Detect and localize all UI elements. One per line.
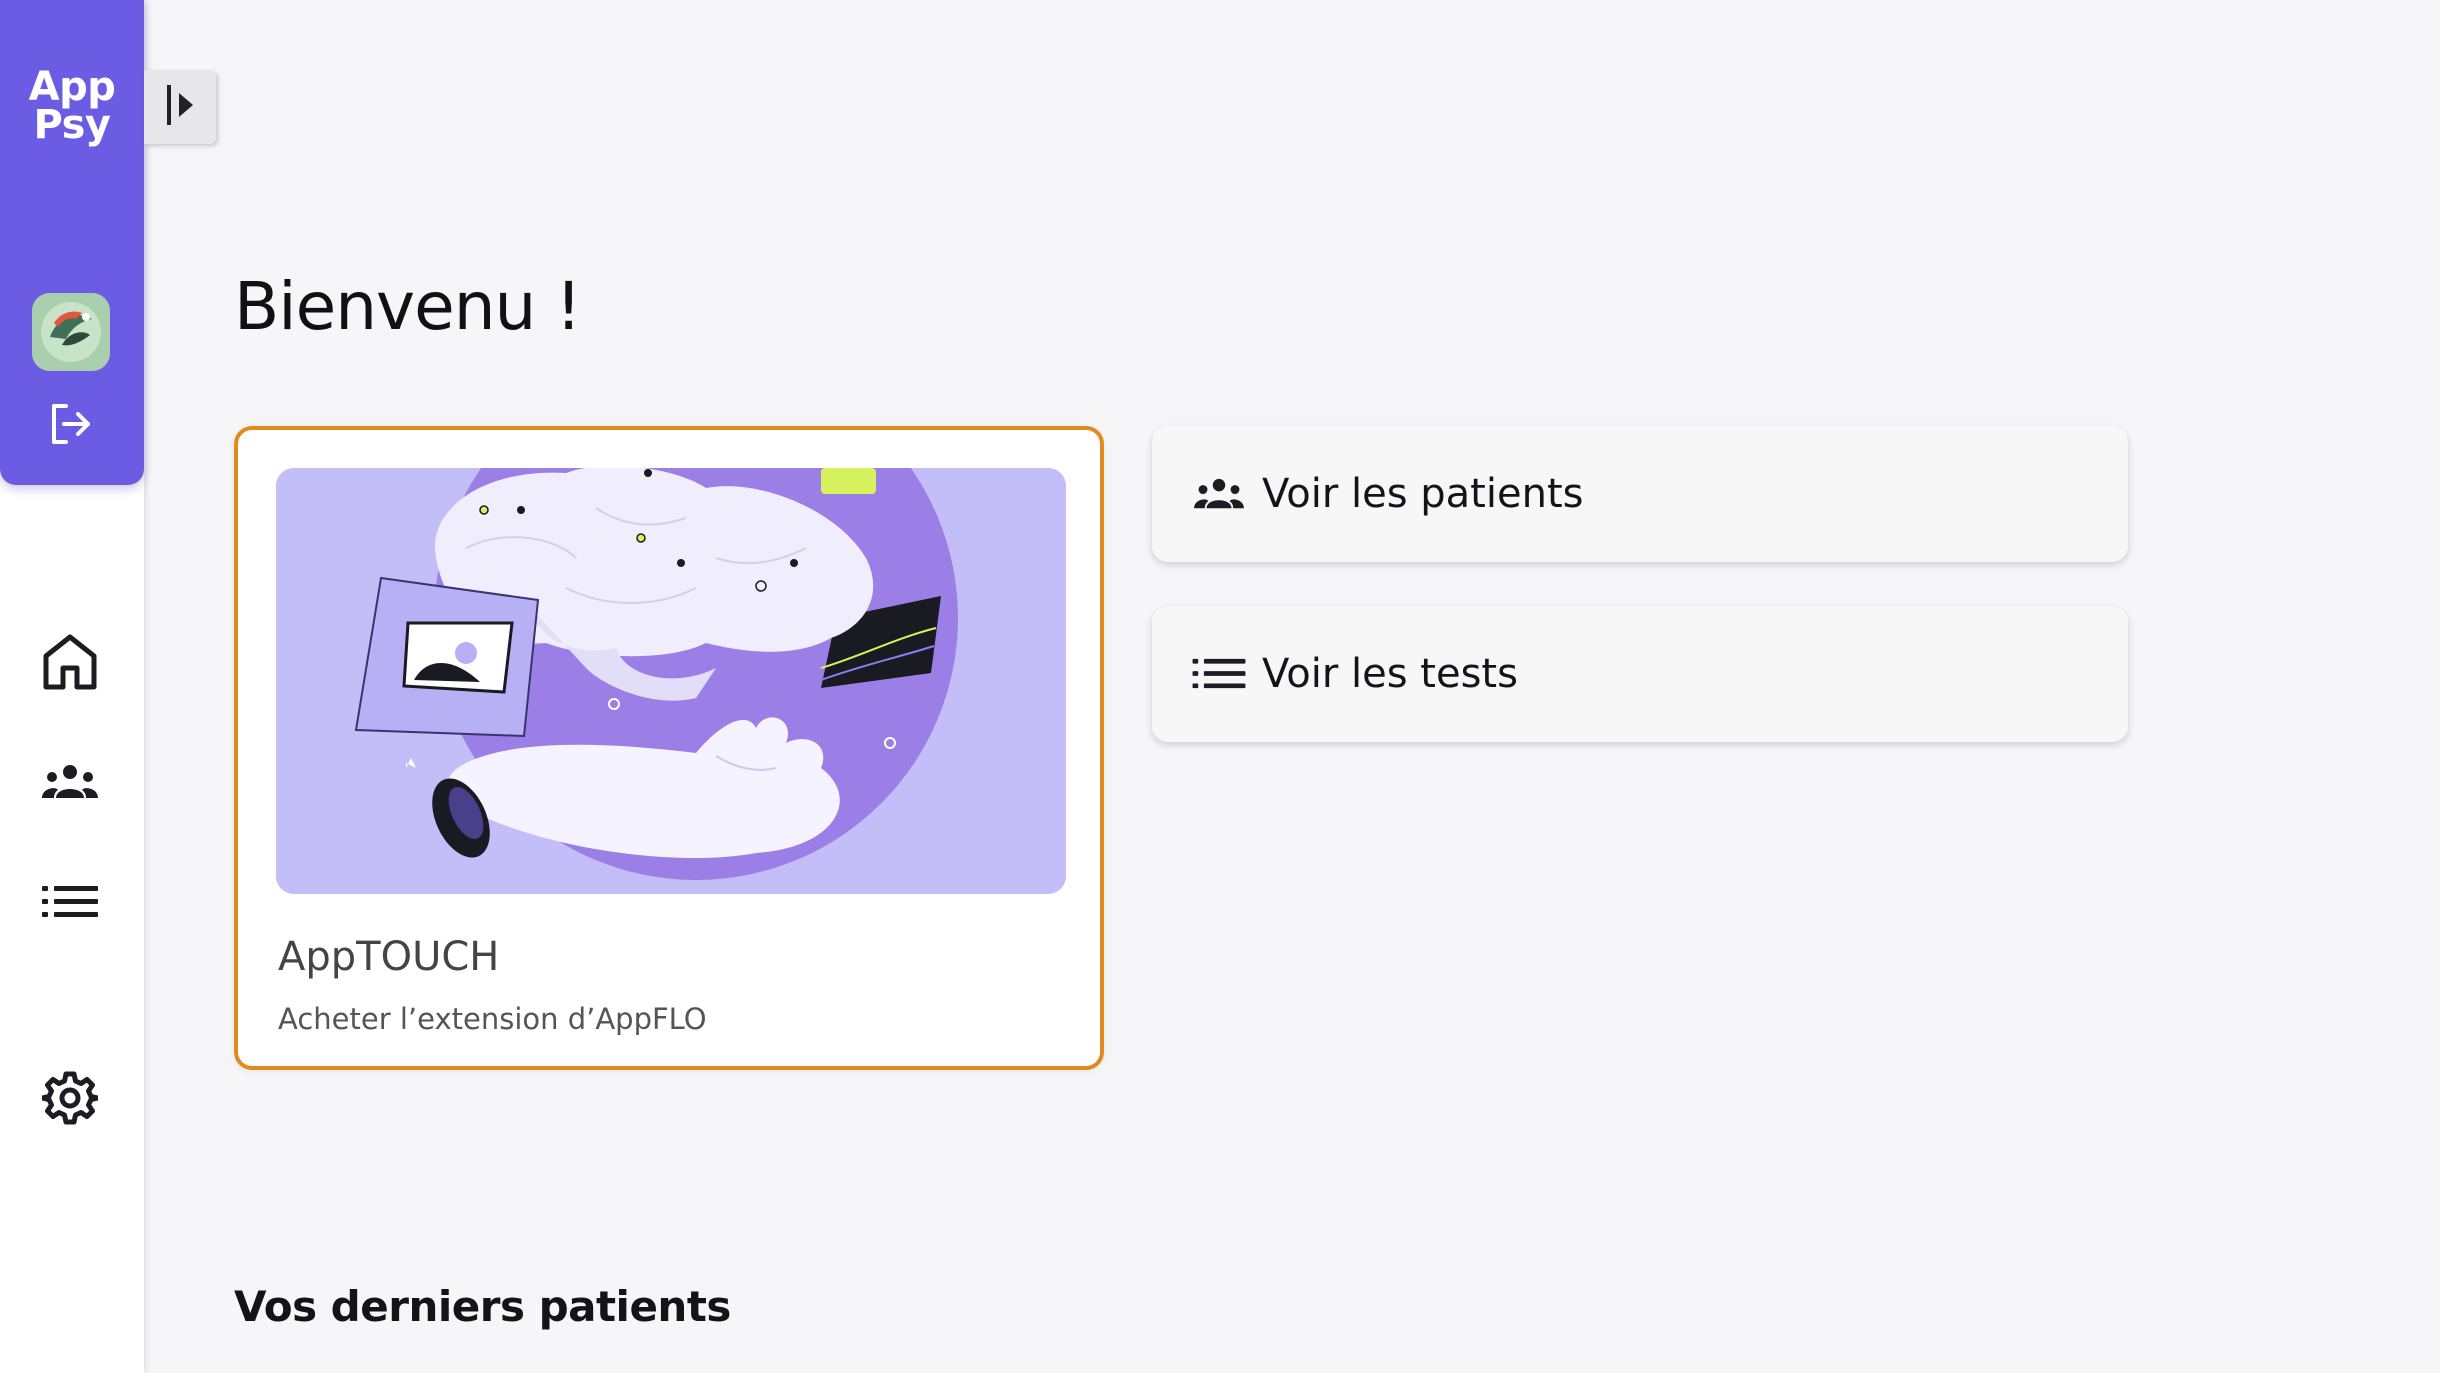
app-logo[interactable]: App Psy [0, 64, 144, 148]
view-patients-label: Voir les patients [1262, 471, 1584, 517]
page-title: Bienvenu ! [234, 268, 582, 345]
sidebar-expand-icon [163, 81, 197, 133]
sidebar-item-patients[interactable] [38, 752, 102, 816]
group-icon [42, 764, 98, 804]
promo-card[interactable]: AppTOUCH Acheter l’extension d’AppFLO [234, 426, 1104, 1070]
list-icon [42, 884, 98, 924]
view-tests-button[interactable]: Voir les tests [1152, 606, 2128, 742]
sidebar-item-settings[interactable] [38, 1068, 102, 1132]
avatar[interactable] [32, 293, 110, 371]
home-icon [41, 632, 99, 696]
promo-description: Acheter l’extension d’AppFLO [278, 1002, 707, 1036]
group-icon [1192, 474, 1248, 514]
logo-line-1: App [28, 64, 116, 110]
view-patients-button[interactable]: Voir les patients [1152, 426, 2128, 562]
sidebar-header: App Psy [0, 0, 144, 485]
sidebar: App Psy [0, 0, 144, 1373]
logo-line-2: Psy [33, 102, 112, 148]
view-tests-label: Voir les tests [1262, 651, 1518, 697]
sidebar-item-tests[interactable] [38, 872, 102, 936]
list-icon [1192, 654, 1248, 694]
recent-patients-heading: Vos derniers patients [234, 1282, 731, 1331]
gear-icon [39, 1070, 101, 1130]
promo-title: AppTOUCH [278, 934, 500, 980]
sidebar-toggle-button[interactable] [144, 70, 216, 144]
sidebar-item-home[interactable] [38, 632, 102, 696]
logout-icon[interactable] [44, 398, 96, 450]
promo-illustration [276, 468, 1066, 894]
